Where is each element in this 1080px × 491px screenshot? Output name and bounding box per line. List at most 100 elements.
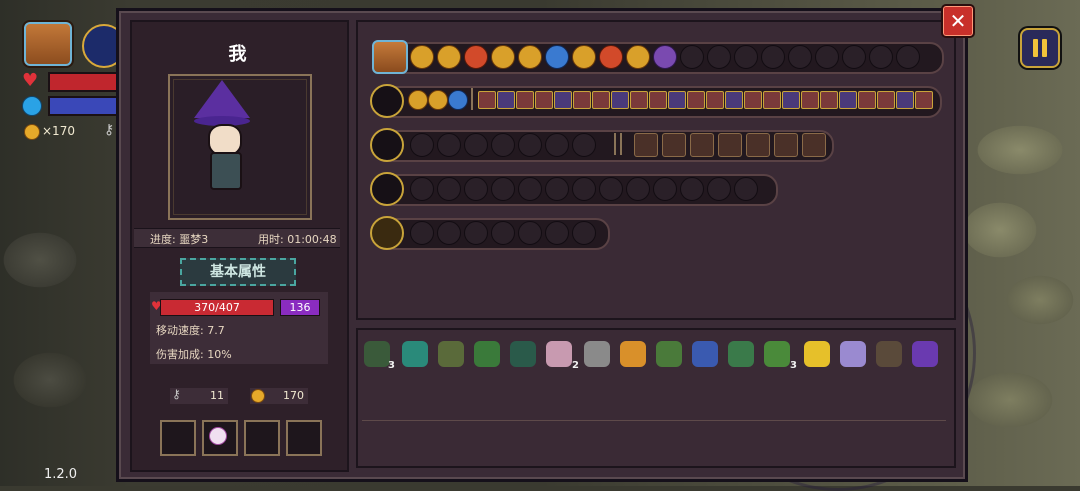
consumable-slot-3[interactable]	[244, 420, 280, 456]
item-icon[interactable]	[546, 341, 572, 367]
rune-icon[interactable]	[630, 91, 648, 109]
buff-icon[interactable]	[464, 45, 488, 69]
gem-icon[interactable]	[428, 90, 448, 110]
ice-staff-weapon-icon[interactable]	[370, 128, 404, 162]
empty-buff-slot	[734, 45, 758, 69]
hud-mana-bar	[48, 96, 122, 116]
empty-gem-slot	[491, 177, 515, 201]
player-name: 我	[228, 44, 247, 65]
empty-buff-slot	[815, 45, 839, 69]
wand-icon[interactable]	[746, 133, 770, 157]
wand-icon[interactable]	[662, 133, 686, 157]
consumable-slot-1[interactable]	[160, 420, 196, 456]
buff-icon[interactable]	[599, 45, 623, 69]
item-icon[interactable]	[764, 341, 790, 367]
item-quantity: 3	[790, 360, 797, 371]
items-divider	[362, 420, 946, 421]
hud-coin-count: ×170	[42, 124, 75, 138]
rune-icon[interactable]	[820, 91, 838, 109]
item-icon[interactable]	[656, 341, 682, 367]
coin-count: 170	[283, 389, 304, 402]
rune-icon[interactable]	[687, 91, 705, 109]
purple-staff-weapon-icon[interactable]	[370, 84, 404, 118]
pause-button[interactable]	[1020, 28, 1060, 68]
rune-icon[interactable]	[497, 91, 515, 109]
rune-icon[interactable]	[573, 91, 591, 109]
row-separator	[471, 88, 473, 110]
empty-gem-slot	[437, 177, 461, 201]
shield-bar: 136	[280, 299, 320, 316]
time-label: 用时: 01:00:48	[258, 233, 337, 246]
empty-buff-slot	[680, 45, 704, 69]
rune-icon[interactable]	[744, 91, 762, 109]
empty-gem-slot	[410, 221, 434, 245]
rune-icon[interactable]	[516, 91, 534, 109]
wand-icon[interactable]	[718, 133, 742, 157]
potion-icon[interactable]	[209, 427, 227, 445]
empty-gem-slot	[626, 177, 650, 201]
empty-buff-slot	[869, 45, 893, 69]
empty-buff-slot	[788, 45, 812, 69]
rune-icon[interactable]	[782, 91, 800, 109]
close-button[interactable]: ✕	[941, 4, 975, 38]
gem-icon[interactable]	[448, 90, 468, 110]
item-icon[interactable]	[474, 341, 500, 367]
rune-icon[interactable]	[592, 91, 610, 109]
item-icon[interactable]	[912, 341, 938, 367]
buff-icon[interactable]	[653, 45, 677, 69]
row-separator	[614, 133, 616, 155]
chest-buff-icon[interactable]	[372, 40, 408, 74]
item-icon[interactable]	[402, 341, 428, 367]
rune-icon[interactable]	[478, 91, 496, 109]
wand-icon[interactable]	[634, 133, 658, 157]
item-icon[interactable]	[510, 341, 536, 367]
rune-icon[interactable]	[668, 91, 686, 109]
buff-icon[interactable]	[491, 45, 515, 69]
rune-icon[interactable]	[839, 91, 857, 109]
buff-icon[interactable]	[572, 45, 596, 69]
rune-icon[interactable]	[611, 91, 629, 109]
wand-icon[interactable]	[802, 133, 826, 157]
empty-gem-slot	[734, 177, 758, 201]
item-icon[interactable]	[620, 341, 646, 367]
rune-icon[interactable]	[877, 91, 895, 109]
item-icon[interactable]	[804, 341, 830, 367]
item-icon[interactable]	[692, 341, 718, 367]
buff-icon[interactable]	[545, 45, 569, 69]
item-icon[interactable]	[840, 341, 866, 367]
rune-icon[interactable]	[801, 91, 819, 109]
rune-icon[interactable]	[858, 91, 876, 109]
empty-gem-slot	[437, 133, 461, 157]
item-icon[interactable]	[876, 341, 902, 367]
chest-icon[interactable]	[22, 20, 74, 68]
item-icon[interactable]	[438, 341, 464, 367]
rune-icon[interactable]	[915, 91, 933, 109]
basic-attributes-button[interactable]: 基本属性	[180, 258, 296, 286]
wand-icon[interactable]	[690, 133, 714, 157]
golden-orb-weapon-icon[interactable]	[370, 216, 404, 250]
consumable-slot-4[interactable]	[286, 420, 322, 456]
empty-gem-slot	[464, 221, 488, 245]
empty-gem-slot	[491, 133, 515, 157]
rune-icon[interactable]	[706, 91, 724, 109]
buff-icon[interactable]	[518, 45, 542, 69]
rune-icon[interactable]	[649, 91, 667, 109]
rune-icon[interactable]	[554, 91, 572, 109]
rune-icon[interactable]	[725, 91, 743, 109]
coin-icon	[24, 124, 40, 140]
rune-icon[interactable]	[763, 91, 781, 109]
buff-icon[interactable]	[437, 45, 461, 69]
empty-gem-slot	[410, 133, 434, 157]
rune-icon[interactable]	[535, 91, 553, 109]
wand-icon[interactable]	[774, 133, 798, 157]
item-icon[interactable]	[584, 341, 610, 367]
rune-icon[interactable]	[896, 91, 914, 109]
progress-label: 进度: 噩梦3	[150, 233, 209, 246]
buff-icon[interactable]	[410, 45, 434, 69]
item-icon[interactable]	[364, 341, 390, 367]
damage-bonus-stat: 伤害加成: 10%	[156, 348, 232, 361]
item-icon[interactable]	[728, 341, 754, 367]
buff-icon[interactable]	[626, 45, 650, 69]
gem-icon[interactable]	[408, 90, 428, 110]
dark-staff-weapon-icon[interactable]	[370, 172, 404, 206]
